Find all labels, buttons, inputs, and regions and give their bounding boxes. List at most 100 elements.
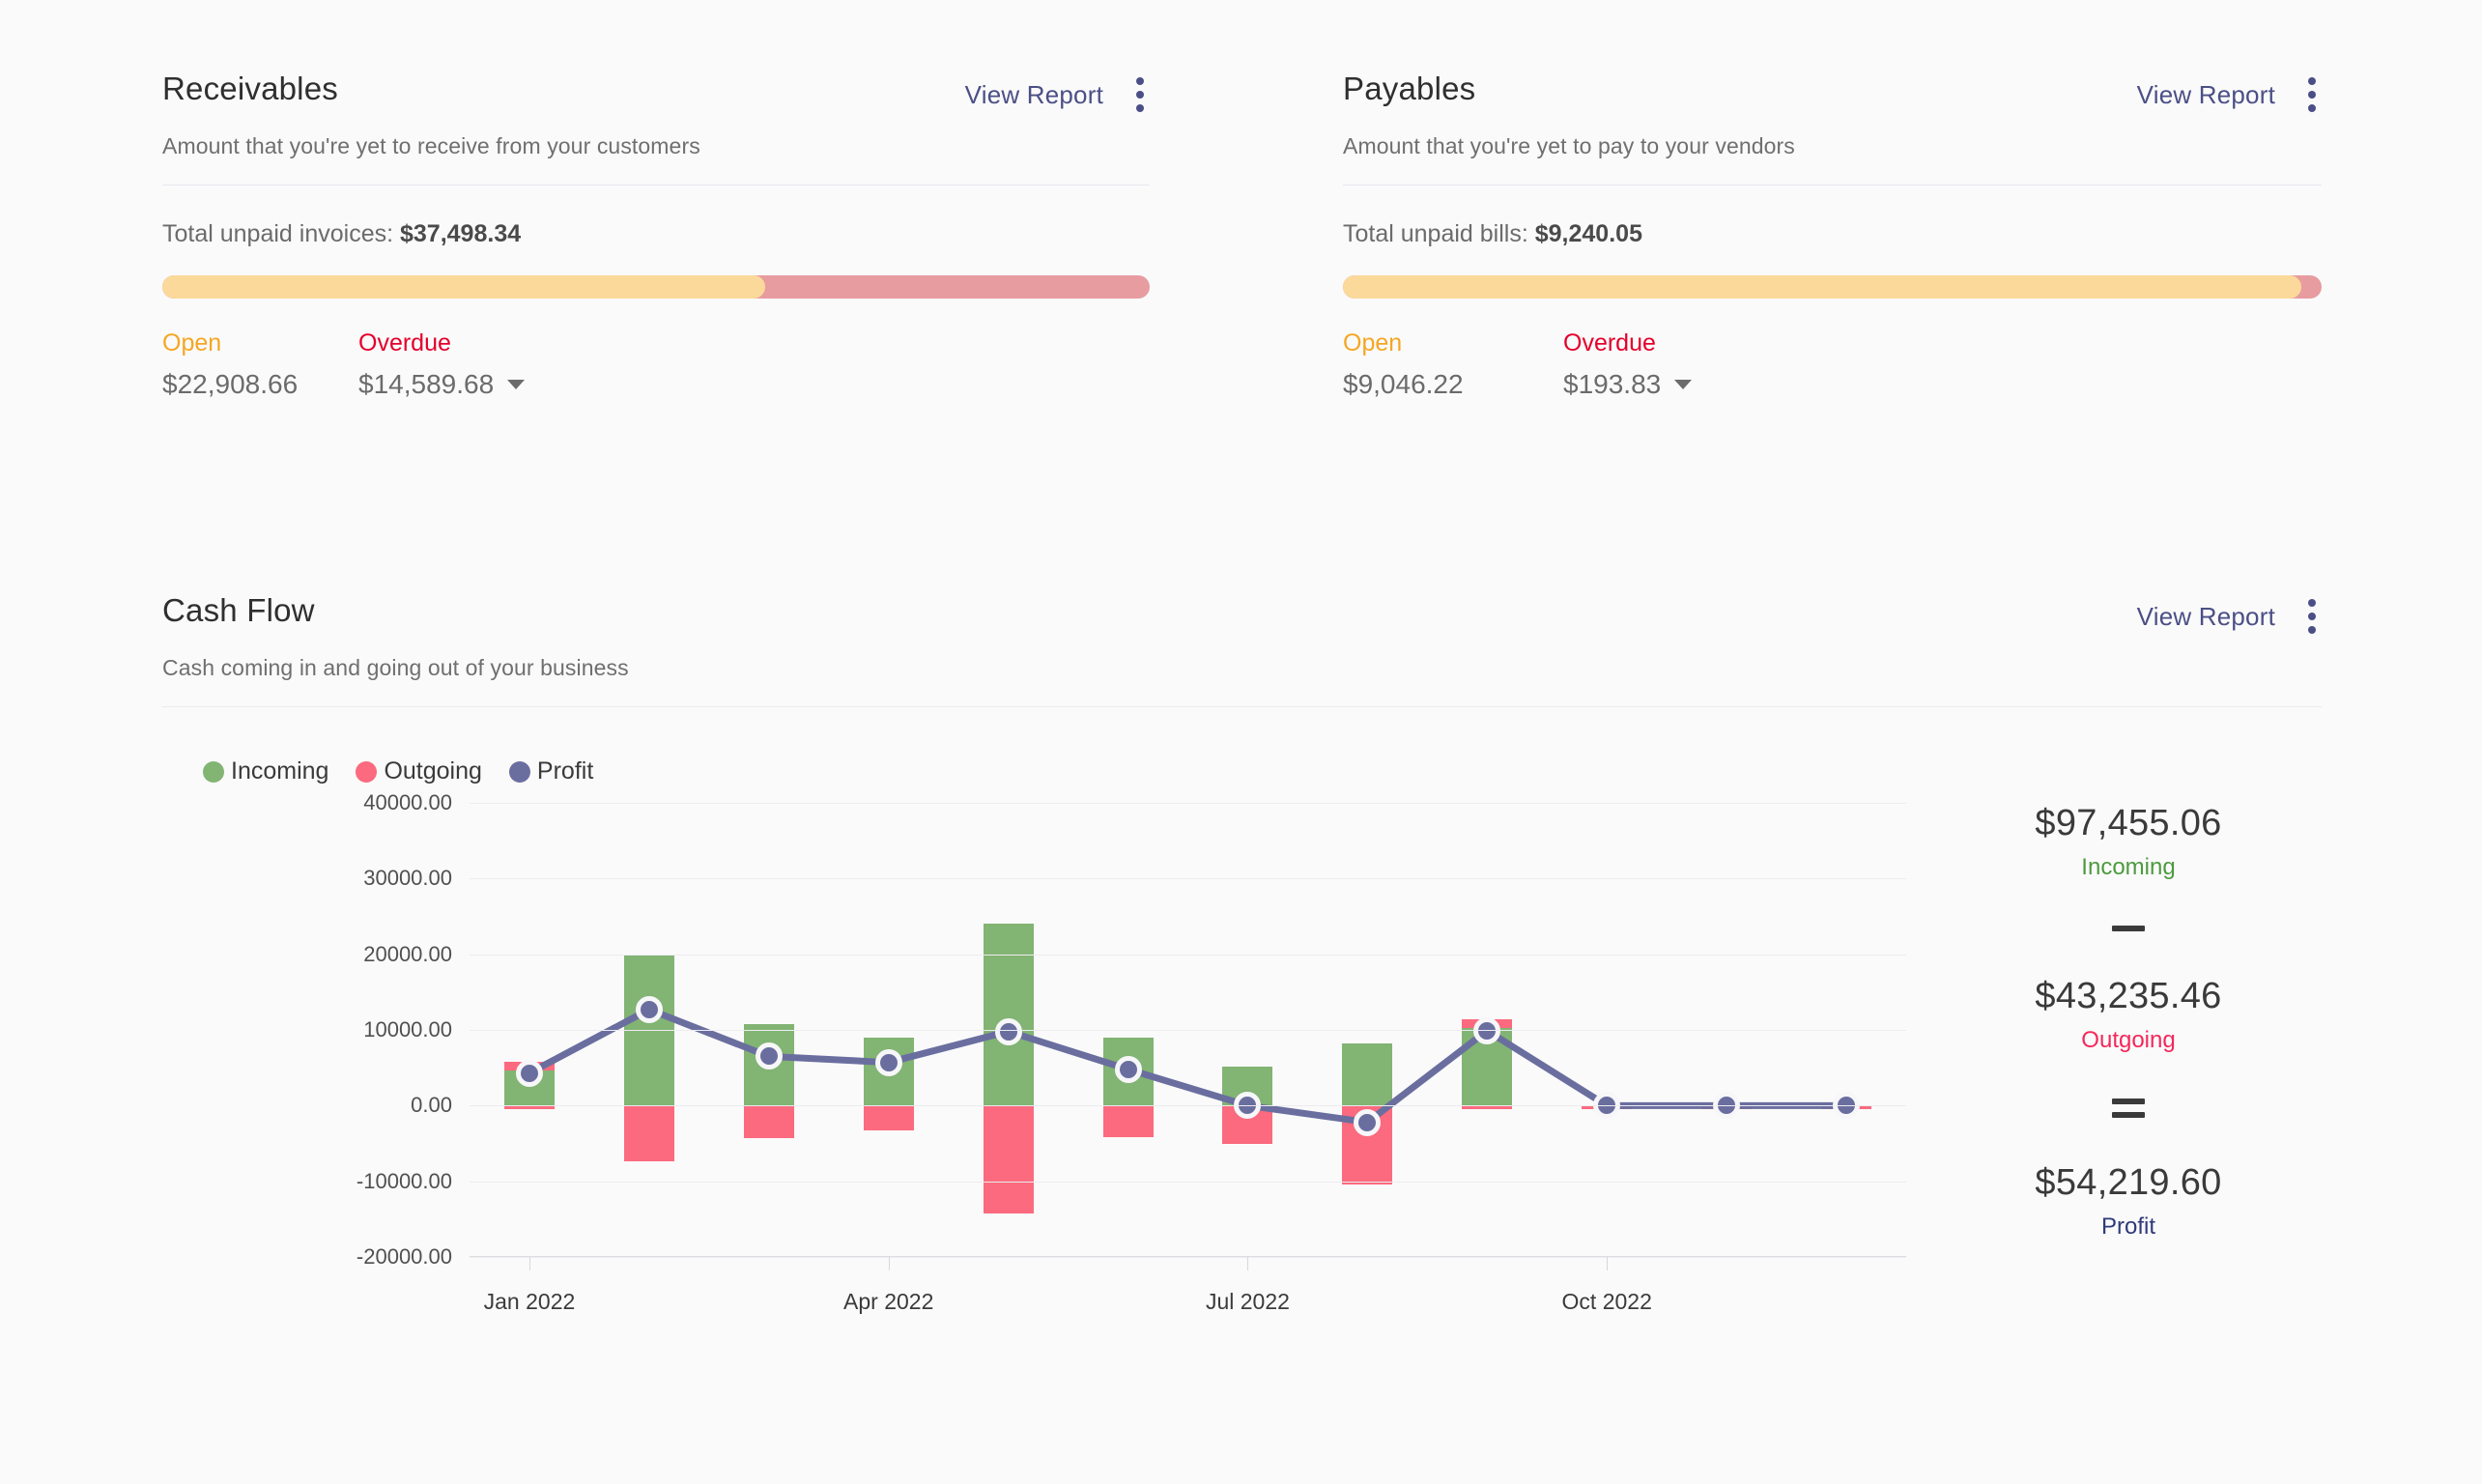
payables-total-label: Total unpaid bills: (1343, 220, 1528, 247)
profit-data-point[interactable] (995, 1018, 1022, 1045)
summary-outgoing-value: $43,235.46 (1935, 976, 2322, 1017)
payables-breakdown: Open $9,046.22 Overdue $193.83 (1343, 328, 2322, 400)
summary-incoming-label: Incoming (1935, 854, 2322, 881)
summary-incoming-value: $97,455.06 (1935, 803, 2322, 844)
chart-gridline (470, 1105, 1906, 1106)
payables-subtitle: Amount that you're yet to pay to your ve… (1343, 133, 2322, 159)
chart-legend-item-incoming[interactable]: Incoming (203, 757, 328, 785)
receivables-total: Total unpaid invoices: $37,498.34 (162, 220, 1150, 248)
profit-data-point[interactable] (875, 1049, 902, 1076)
cashflow-more-menu-icon[interactable] (2302, 597, 2322, 636)
x-axis-tick-label: Jul 2022 (1206, 1289, 1290, 1315)
payables-progress-open-segment (1343, 275, 2301, 299)
payables-divider (1343, 185, 2322, 186)
receivables-overdue-value-row: $14,589.68 (358, 369, 525, 400)
cashflow-card: Cash Flow View Report Cash coming in and… (162, 591, 2322, 1305)
payables-overdue-block: Overdue $193.83 (1563, 328, 1692, 400)
chart-gridline (470, 878, 1906, 879)
profit-data-point[interactable] (516, 1060, 543, 1087)
receivables-card: Receivables View Report Amount that you'… (162, 70, 1150, 400)
dashboard-page: Receivables View Report Amount that you'… (0, 0, 2482, 1484)
chart-gridline (470, 955, 1906, 956)
cashflow-view-report-link[interactable]: View Report (2137, 602, 2275, 632)
payables-title: Payables (1343, 70, 1475, 108)
payables-total: Total unpaid bills: $9,240.05 (1343, 220, 2322, 248)
payables-total-value: $9,240.05 (1535, 220, 1642, 247)
receivables-breakdown: Open $22,908.66 Overdue $14,589.68 (162, 328, 1150, 400)
receivables-progress-open-segment (162, 275, 765, 299)
chart-legend-item-profit[interactable]: Profit (509, 757, 593, 785)
y-axis-tick-label: -10000.00 (357, 1169, 452, 1194)
y-axis-tick-label: -20000.00 (357, 1244, 452, 1270)
payables-view-report-link[interactable]: View Report (2137, 80, 2275, 110)
receivables-open-label: Open (162, 328, 358, 358)
receivables-header-actions: View Report (965, 70, 1150, 114)
legend-label: Profit (537, 757, 593, 785)
cashflow-header-actions: View Report (2137, 591, 2322, 636)
chart-gridline (470, 1257, 1906, 1258)
cashflow-summary: $97,455.06 Incoming $43,235.46 Outgoing … (1935, 803, 2322, 1241)
profit-data-point[interactable] (756, 1042, 783, 1070)
cashflow-title: Cash Flow (162, 591, 315, 630)
chart-plot-area: Jan 2022Apr 2022Jul 2022Oct 2022 (470, 803, 1906, 1257)
x-axis-tick-label: Apr 2022 (843, 1289, 933, 1315)
legend-label: Outgoing (384, 757, 481, 785)
profit-data-point[interactable] (636, 996, 663, 1023)
receivables-divider (162, 185, 1150, 186)
x-axis-tick (1247, 1257, 1248, 1270)
receivables-title: Receivables (162, 70, 338, 108)
chart-y-axis: 40000.0030000.0020000.0010000.000.00-100… (162, 803, 452, 1257)
legend-label: Incoming (231, 757, 328, 785)
legend-swatch-incoming-icon (203, 761, 224, 783)
profit-data-point[interactable] (1115, 1056, 1142, 1083)
payables-card: Payables View Report Amount that you're … (1343, 70, 2322, 400)
payables-header-actions: View Report (2137, 70, 2322, 114)
y-axis-tick-label: 10000.00 (363, 1017, 452, 1042)
receivables-more-menu-icon[interactable] (1130, 75, 1150, 114)
summary-profit-label: Profit (1935, 1213, 2322, 1241)
payables-open-block: Open $9,046.22 (1343, 328, 1563, 400)
receivables-open-value: $22,908.66 (162, 369, 358, 400)
payables-more-menu-icon[interactable] (2302, 75, 2322, 114)
cashflow-chart: 40000.0030000.0020000.0010000.000.00-100… (162, 803, 2322, 1305)
profit-data-point[interactable] (1354, 1109, 1381, 1136)
payables-progress-bar (1343, 275, 2322, 299)
receivables-progress-bar (162, 275, 1150, 299)
receivables-subtitle: Amount that you're yet to receive from y… (162, 133, 1150, 159)
payables-overdue-value-row: $193.83 (1563, 369, 1692, 400)
x-axis-tick-label: Oct 2022 (1562, 1289, 1652, 1315)
payables-overdue-label: Overdue (1563, 328, 1692, 358)
receivables-overdue-label: Overdue (358, 328, 525, 358)
cashflow-header: Cash Flow View Report (162, 591, 2322, 636)
receivables-overdue-block: Overdue $14,589.68 (358, 328, 525, 400)
summary-outgoing-label: Outgoing (1935, 1027, 2322, 1054)
payables-open-value: $9,046.22 (1343, 369, 1563, 400)
cashflow-divider (162, 706, 2322, 707)
x-axis-tick-label: Jan 2022 (484, 1289, 576, 1315)
chart-legend-item-outgoing[interactable]: Outgoing (356, 757, 481, 785)
chart-gridline (470, 803, 1906, 804)
x-axis-tick (529, 1257, 530, 1270)
y-axis-tick-label: 0.00 (411, 1093, 452, 1118)
x-axis-tick (889, 1257, 890, 1270)
receivables-open-block: Open $22,908.66 (162, 328, 358, 400)
receivables-total-value: $37,498.34 (400, 220, 521, 247)
summary-profit-value: $54,219.60 (1935, 1162, 2322, 1204)
receivables-header: Receivables View Report (162, 70, 1150, 114)
legend-swatch-outgoing-icon (356, 761, 377, 783)
payables-header: Payables View Report (1343, 70, 2322, 114)
payables-overdue-chevron-down-icon[interactable] (1674, 380, 1692, 389)
y-axis-tick-label: 20000.00 (363, 942, 452, 967)
legend-swatch-profit-icon (509, 761, 530, 783)
chart-gridline (470, 1182, 1906, 1183)
cashflow-subtitle: Cash coming in and going out of your bus… (162, 655, 2322, 681)
minus-operator-icon (2112, 926, 2145, 931)
payables-open-label: Open (1343, 328, 1563, 358)
equals-operator-icon (2112, 1099, 2145, 1118)
receivables-overdue-value: $14,589.68 (358, 369, 494, 400)
receivables-overdue-chevron-down-icon[interactable] (507, 380, 525, 389)
payables-overdue-value: $193.83 (1563, 369, 1661, 400)
cashflow-legend: Incoming Outgoing Profit (203, 757, 2322, 785)
receivables-view-report-link[interactable]: View Report (965, 80, 1103, 110)
receivables-total-label: Total unpaid invoices: (162, 220, 393, 247)
